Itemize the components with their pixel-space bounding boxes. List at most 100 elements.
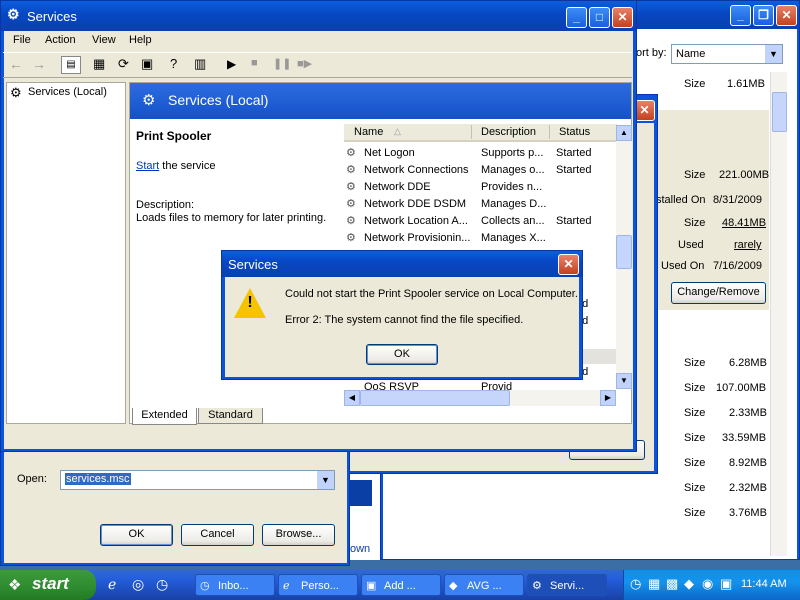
services-maximize-button[interactable]: □ [589, 7, 610, 28]
menu-action[interactable]: Action [45, 34, 76, 46]
taskbar-button-inbox[interactable]: ◷ Inbo... [195, 574, 275, 596]
clock-icon: ◷ [200, 580, 210, 592]
sort-ascending-icon: △ [394, 126, 401, 136]
error-ok-button[interactable]: OK [366, 344, 438, 365]
program-size-label: Size [684, 169, 706, 181]
list-horizontal-scrollbar[interactable]: ◀ ▶ [344, 390, 616, 406]
list-scroll-thumb[interactable] [616, 235, 632, 269]
pause-icon[interactable]: ❚❚ [273, 57, 291, 70]
scroll-left-icon[interactable]: ◀ [344, 390, 360, 406]
tree-item-services-local[interactable]: Services (Local) [28, 86, 107, 98]
list-header: Name △ Description Status [344, 124, 618, 142]
start-button[interactable]: ❖ start [0, 570, 96, 600]
service-status: Started [556, 215, 592, 227]
ie-quicklaunch-icon[interactable]: ℯ [108, 576, 116, 593]
installed-on-label: stalled On [656, 194, 706, 206]
list-hscroll-thumb[interactable] [360, 390, 510, 406]
selected-service-name: Print Spooler [136, 129, 212, 143]
tray-volume-icon[interactable]: ◉ [702, 576, 713, 592]
column-name-header[interactable]: Name [354, 126, 383, 138]
help-icon[interactable]: ? [170, 56, 177, 71]
tab-extended-label: Extended [141, 409, 188, 421]
properties-icon[interactable]: ▦ [93, 56, 105, 72]
program-size-link[interactable]: 48.41MB [722, 217, 766, 229]
forward-icon[interactable]: → [32, 56, 46, 72]
tab-extended[interactable]: Extended [132, 408, 197, 425]
list-item[interactable]: ⚙ Network Provisionin... Manages X... [344, 230, 616, 247]
clock-quicklaunch-icon[interactable]: ◷ [156, 576, 168, 593]
start-service-link[interactable]: Start [136, 160, 159, 172]
add-remove-close-button[interactable]: ✕ [776, 5, 797, 26]
services-title: Services [27, 9, 77, 24]
service-status: Started [556, 147, 592, 159]
system-tray: ◷ ▦ ▩ ◆ ◉ ▣ 11:44 AM [623, 570, 800, 600]
services-close-button[interactable]: ✕ [612, 7, 633, 28]
tray-app-icon[interactable]: ▦ [648, 576, 660, 592]
tray-clock-icon[interactable]: ◷ [630, 576, 641, 592]
list-vertical-scrollbar[interactable]: ▲ ▼ [616, 125, 632, 389]
taskbar-button-avg[interactable]: ◆ AVG ... [444, 574, 524, 596]
restart-icon[interactable]: ■▶ [297, 57, 312, 70]
refresh-icon[interactable]: ⟳ [118, 56, 129, 72]
services-minimize-button[interactable]: _ [566, 7, 587, 28]
browser-quicklaunch-icon[interactable]: ◎ [132, 576, 144, 593]
program-size-label: Size [684, 382, 706, 394]
tab-standard[interactable]: Standard [198, 408, 263, 424]
service-name: Network Connections [364, 164, 469, 176]
taskbar-button-add-remove[interactable]: ▣ Add ... [361, 574, 441, 596]
programs-scrollbar[interactable] [770, 72, 787, 556]
list-item[interactable]: ⚙ Network Connections Manages o... Start… [344, 162, 616, 179]
play-icon[interactable]: ▶ [227, 57, 236, 71]
tray-network-icon[interactable]: ▩ [666, 576, 678, 592]
tray-avg-icon[interactable]: ◆ [684, 576, 694, 592]
tray-clock[interactable]: 11:44 AM [741, 578, 787, 590]
gear-icon: ⚙ [142, 92, 156, 109]
program-size-label: Size [684, 507, 706, 519]
used-on-label: Used On [661, 260, 705, 272]
program-size-value: 33.59MB [722, 432, 767, 444]
chevron-down-icon[interactable]: ▼ [317, 471, 334, 489]
taskbar-button-personal[interactable]: ℯ Perso... [278, 574, 358, 596]
list-item[interactable]: ⚙ Network DDE DSDM Manages D... [344, 196, 616, 213]
add-remove-minimize-button[interactable]: _ [730, 5, 751, 26]
scroll-right-icon[interactable]: ▶ [600, 390, 616, 406]
tray-monitor-icon[interactable]: ▣ [720, 576, 732, 592]
start-service-line: Start the service [136, 160, 215, 172]
menu-help[interactable]: Help [129, 34, 152, 46]
back-icon[interactable]: ← [9, 56, 23, 72]
program-size-label: Size [684, 482, 706, 494]
run-browse-button[interactable]: Browse... [262, 524, 335, 546]
list-item[interactable]: ⚙ Network DDE Provides n... [344, 179, 616, 196]
run-ok-button[interactable]: OK [100, 524, 173, 546]
scroll-down-icon[interactable]: ▼ [616, 373, 632, 389]
list-item[interactable]: ⚙ Net Logon Supports p... Started [344, 145, 616, 162]
export-list-icon[interactable]: ▣ [141, 56, 153, 72]
scroll-up-icon[interactable]: ▲ [616, 125, 632, 141]
sort-select-value: Name [676, 48, 706, 60]
properties-close-button[interactable]: ✕ [634, 100, 655, 121]
menu-file[interactable]: File [13, 34, 31, 46]
stop-icon[interactable]: ■ [251, 57, 258, 69]
used-link[interactable]: rarely [734, 239, 762, 251]
service-name: Net Logon [364, 147, 415, 159]
column-description-header[interactable]: Description [481, 126, 536, 138]
programs-scroll-thumb[interactable] [772, 92, 787, 132]
column-status-header[interactable]: Status [559, 126, 590, 138]
run-cancel-button[interactable]: Cancel [181, 524, 254, 546]
program-size-value: 8.92MB [729, 457, 767, 469]
gear-icon: ⚙ [7, 6, 20, 22]
show-hide-tree-icon[interactable]: ▤ [61, 56, 81, 74]
taskbar-button-services[interactable]: ⚙ Servi... [527, 574, 607, 596]
add-remove-restore-button[interactable]: ❐ [753, 5, 774, 26]
gear-icon: ⚙ [346, 181, 356, 193]
list-item[interactable]: ⚙ Network Location A... Collects an... S… [344, 213, 616, 230]
menu-view[interactable]: View [92, 34, 116, 46]
windows-logo-icon: ❖ [8, 577, 22, 594]
run-open-combobox[interactable]: services.msc ▼ [60, 470, 335, 490]
error-dialog-close-button[interactable]: ✕ [558, 254, 579, 275]
sort-select[interactable]: Name ▼ [671, 44, 783, 64]
taskbar-inbox-label: Inbo... [218, 580, 249, 592]
desktop-side-bar [350, 480, 372, 506]
change-remove-button[interactable]: Change/Remove [671, 282, 766, 304]
console-icon[interactable]: ▥ [194, 56, 206, 72]
